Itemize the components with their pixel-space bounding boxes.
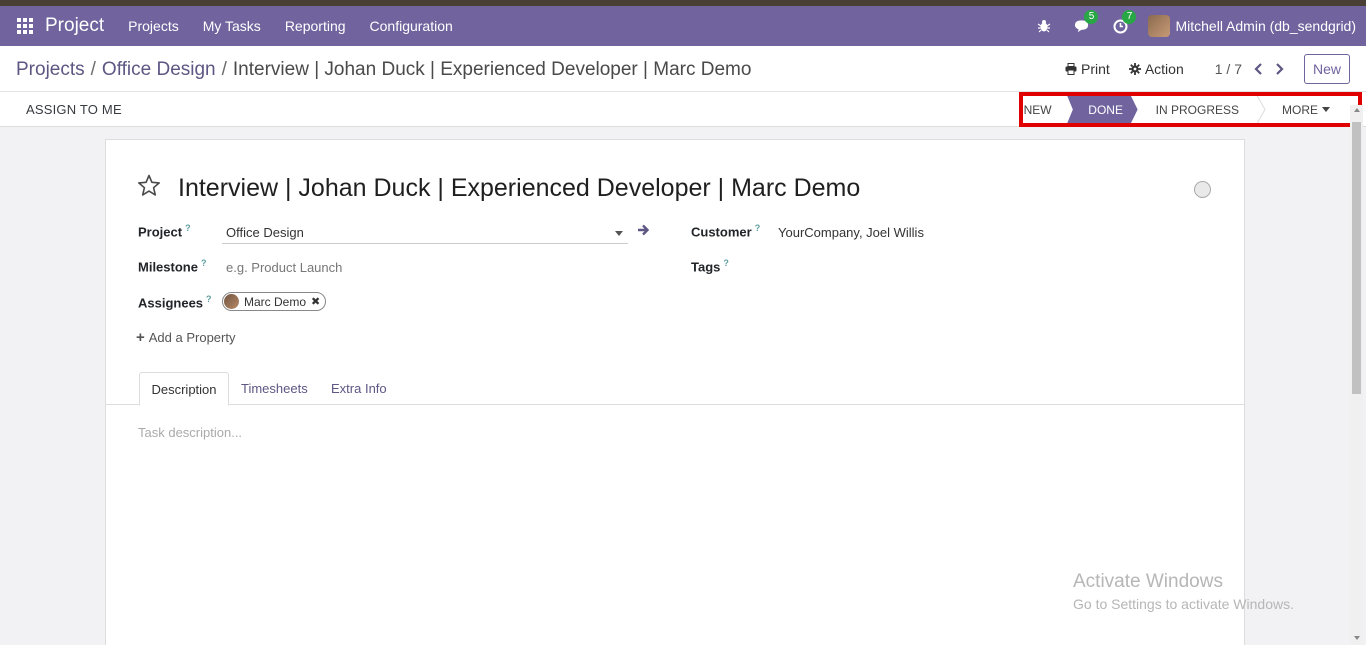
favorite-star-icon[interactable] xyxy=(137,174,161,200)
customer-field[interactable]: YourCompany, Joel Willis xyxy=(778,225,924,240)
breadcrumb-office-design[interactable]: Office Design xyxy=(102,59,216,80)
debug-bug-icon[interactable] xyxy=(1036,18,1052,34)
user-menu[interactable]: Mitchell Admin (db_sendgrid) xyxy=(1175,18,1356,34)
assign-to-me-button[interactable]: ASSIGN TO ME xyxy=(26,102,122,117)
add-property-label: Add a Property xyxy=(148,330,236,345)
messages-count-badge: 5 xyxy=(1084,10,1099,24)
print-label: Print xyxy=(1081,61,1110,77)
activities-count-badge: 7 xyxy=(1122,10,1137,24)
project-value: Office Design xyxy=(226,225,304,240)
project-field[interactable]: Office Design xyxy=(222,222,628,244)
assignee-tag[interactable]: Marc Demo ✖ xyxy=(222,292,327,311)
main-navbar: Project Projects My Tasks Reporting Conf… xyxy=(0,6,1366,46)
tab-extra-info[interactable]: Extra Info xyxy=(331,372,387,405)
breadcrumb-separator: / xyxy=(221,59,227,80)
action-label: Action xyxy=(1144,61,1184,77)
stage-done-active[interactable]: DONE xyxy=(1065,92,1138,127)
description-editor[interactable]: Task description... xyxy=(138,425,242,440)
caret-down-icon xyxy=(1322,107,1330,112)
breadcrumb-current: Interview | Johan Duck | Experienced Dev… xyxy=(232,59,752,80)
scroll-down-arrow-icon[interactable] xyxy=(1354,636,1360,640)
help-tooltip-icon[interactable]: ? xyxy=(755,223,761,233)
customer-label: Customer? xyxy=(691,223,761,240)
tags-label: Tags? xyxy=(691,258,729,275)
activate-windows-title: Activate Windows xyxy=(1073,571,1223,592)
milestone-placeholder: e.g. Product Launch xyxy=(226,260,343,275)
stage-new[interactable]: NEW xyxy=(1000,92,1066,127)
messages-chat-icon[interactable]: 5 xyxy=(1074,10,1099,34)
dropdown-caret-icon[interactable] xyxy=(615,231,623,236)
project-label: Project? xyxy=(138,223,191,240)
gear-icon xyxy=(1128,63,1141,75)
print-button[interactable]: Print xyxy=(1065,61,1110,77)
help-tooltip-icon[interactable]: ? xyxy=(185,223,191,233)
plus-icon: + xyxy=(136,329,145,346)
breadcrumb-projects[interactable]: Projects xyxy=(16,59,85,80)
printer-icon xyxy=(1065,63,1077,75)
nav-configuration[interactable]: Configuration xyxy=(370,18,453,34)
stage-more-dropdown[interactable]: MORE xyxy=(1266,92,1358,127)
stage-done-label: DONE xyxy=(1088,102,1123,117)
app-brand[interactable]: Project xyxy=(45,15,104,37)
help-tooltip-icon[interactable]: ? xyxy=(201,258,207,268)
stage-in-progress[interactable]: IN PROGRESS xyxy=(1138,92,1254,127)
action-button[interactable]: Action xyxy=(1128,61,1184,77)
assignees-label: Assignees? xyxy=(138,294,212,311)
breadcrumb-separator: / xyxy=(90,59,96,80)
pager-value[interactable]: 1 / 7 xyxy=(1215,61,1242,77)
notebook-tabs: Description Timesheets Extra Info xyxy=(106,372,1244,406)
nav-projects[interactable]: Projects xyxy=(128,18,179,34)
control-panel: Projects / Office Design / Interview | Johan… xyxy=(0,46,1366,92)
form-sheet: Interview | Johan Duck | Experienced Dev… xyxy=(105,139,1245,645)
form-statusbar: ASSIGN TO ME NEW DONE IN PROGRESS MORE xyxy=(0,92,1366,127)
stage-in-progress-label: IN PROGRESS xyxy=(1155,102,1239,117)
activate-windows-subtitle: Go to Settings to activate Windows. xyxy=(1073,596,1294,612)
milestone-field[interactable]: e.g. Product Launch xyxy=(222,257,628,279)
help-tooltip-icon[interactable]: ? xyxy=(206,294,212,304)
pager-previous-icon[interactable] xyxy=(1254,63,1263,75)
task-title[interactable]: Interview | Johan Duck | Experienced Dev… xyxy=(178,174,860,203)
stage-pipeline: NEW DONE IN PROGRESS MORE xyxy=(1000,92,1358,127)
new-record-button[interactable]: New xyxy=(1304,54,1350,84)
nav-reporting[interactable]: Reporting xyxy=(285,18,346,34)
user-avatar[interactable] xyxy=(1148,15,1171,37)
assignee-name: Marc Demo xyxy=(244,294,307,309)
nav-my-tasks[interactable]: My Tasks xyxy=(203,18,261,34)
scroll-up-arrow-icon[interactable] xyxy=(1354,108,1360,112)
activities-clock-icon[interactable]: 7 xyxy=(1112,10,1137,34)
kanban-state-indicator[interactable] xyxy=(1194,181,1211,198)
stage-new-label: NEW xyxy=(1023,102,1052,117)
breadcrumb: Projects / Office Design / Interview | Johan… xyxy=(16,59,751,81)
tab-description[interactable]: Description xyxy=(139,372,229,406)
apps-menu-icon[interactable] xyxy=(17,18,33,34)
pager-next-icon[interactable] xyxy=(1275,63,1284,75)
open-record-arrow-icon[interactable] xyxy=(637,224,650,239)
tab-timesheets[interactable]: Timesheets xyxy=(241,372,308,405)
assignee-avatar xyxy=(224,294,239,309)
milestone-label: Milestone? xyxy=(138,258,207,275)
stage-more-label: MORE xyxy=(1282,102,1318,117)
stage-separator-icon xyxy=(1254,92,1266,127)
remove-assignee-icon[interactable]: ✖ xyxy=(311,295,320,308)
scrollbar-thumb[interactable] xyxy=(1352,122,1361,394)
help-tooltip-icon[interactable]: ? xyxy=(723,258,729,268)
add-property-button[interactable]: + Add a Property xyxy=(136,329,235,346)
